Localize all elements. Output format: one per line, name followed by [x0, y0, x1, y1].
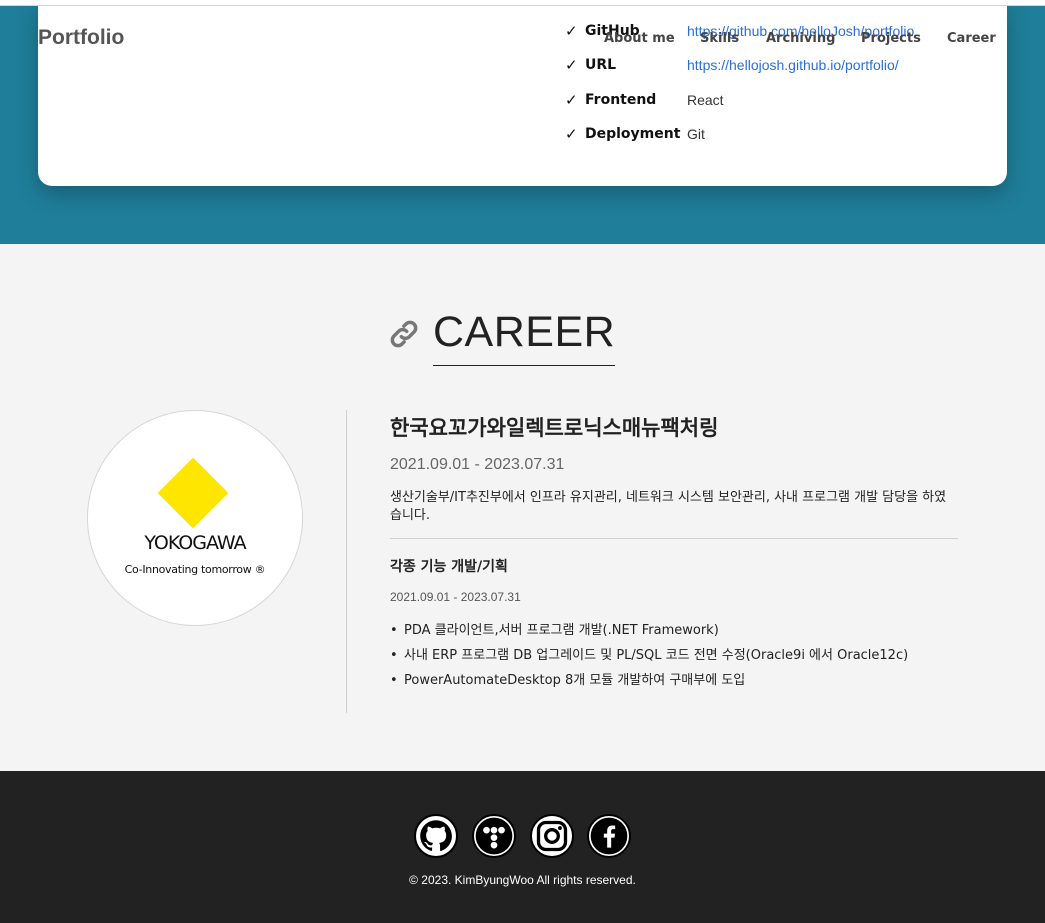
info-value-deployment: Git	[687, 126, 705, 142]
horizontal-divider	[390, 538, 958, 539]
task-text: 사내 ERP 프로그램 DB 업그레이드 및 PL/SQL 코드 전면 수정(O…	[404, 648, 909, 663]
project-period: 2021.09.01 - 2023.07.31	[390, 590, 521, 604]
nav-item-projects[interactable]: Projects	[861, 31, 921, 46]
nav-item-about-me[interactable]: About me	[604, 31, 675, 46]
info-row-deployment: ✓ Deployment Git	[565, 125, 705, 143]
info-value-frontend: React	[687, 92, 724, 108]
career-heading: CAREER	[388, 308, 616, 366]
list-item: • 사내 ERP 프로그램 DB 업그레이드 및 PL/SQL 코드 전면 수정(…	[390, 648, 909, 663]
info-key-frontend: Frontend	[585, 92, 657, 108]
project-title: 각종 기능 개발/기획	[390, 559, 508, 575]
link-icon	[390, 320, 418, 348]
nav-item-career[interactable]: Career	[947, 31, 996, 46]
career-description: 생산기술부/IT추진부에서 인프라 유지관리, 네트워크 시스템 보안관리, 사…	[390, 490, 947, 523]
task-text: PDA 클라이언트,서버 프로그램 개발(.NET Framework)	[404, 623, 719, 638]
task-list: • PDA 클라이언트,서버 프로그램 개발(.NET Framework) • 사…	[390, 623, 960, 689]
brand-link[interactable]: Portfolio	[38, 26, 124, 50]
career-detail: 한국요꼬가와일렉트로닉스매뉴팩처링 2021.09.01 - 2023.07.3…	[390, 410, 960, 698]
instagram-icon[interactable]	[530, 814, 574, 858]
facebook-icon[interactable]	[587, 814, 631, 858]
section-title: CAREER	[433, 308, 616, 366]
vertical-divider	[346, 410, 347, 713]
check-icon: ✓	[565, 125, 578, 143]
task-text: PowerAutomateDesktop 8개 모듈 개발하여 구매부에 도입	[404, 673, 746, 688]
company-logo: YOKOGAWA Co-Innovating tomorrow ®	[87, 410, 303, 626]
list-item: • PDA 클라이언트,서버 프로그램 개발(.NET Framework)	[390, 623, 719, 638]
list-item: • PowerAutomateDesktop 8개 모듈 개발하여 구매부에 도입	[390, 673, 746, 688]
logo-tagline: Co-Innovating tomorrow ®	[124, 563, 266, 576]
career-period: 2021.09.01 - 2023.07.31	[390, 456, 565, 473]
nav-item-archiving[interactable]: Archiving	[766, 31, 835, 46]
info-row-frontend: ✓ Frontend React	[565, 91, 724, 109]
nav-item-skills[interactable]: Skills	[700, 31, 739, 46]
copyright-text: © 2023. KimByungWoo All rights reserved.	[409, 873, 636, 887]
footer: © 2023. KimByungWoo All rights reserved.	[0, 771, 1045, 923]
info-key-deployment: Deployment	[585, 126, 681, 142]
check-icon: ✓	[565, 91, 578, 109]
tistory-icon[interactable]	[472, 814, 516, 858]
company-name: 한국요꼬가와일렉트로닉스매뉴팩처링	[390, 416, 719, 440]
logo-wordmark: YOKOGAWA	[144, 532, 246, 554]
navbar: Portfolio About me Skills Archiving Proj…	[0, 0, 1045, 75]
github-icon[interactable]	[414, 814, 458, 858]
yokogawa-diamond-icon	[157, 457, 229, 529]
